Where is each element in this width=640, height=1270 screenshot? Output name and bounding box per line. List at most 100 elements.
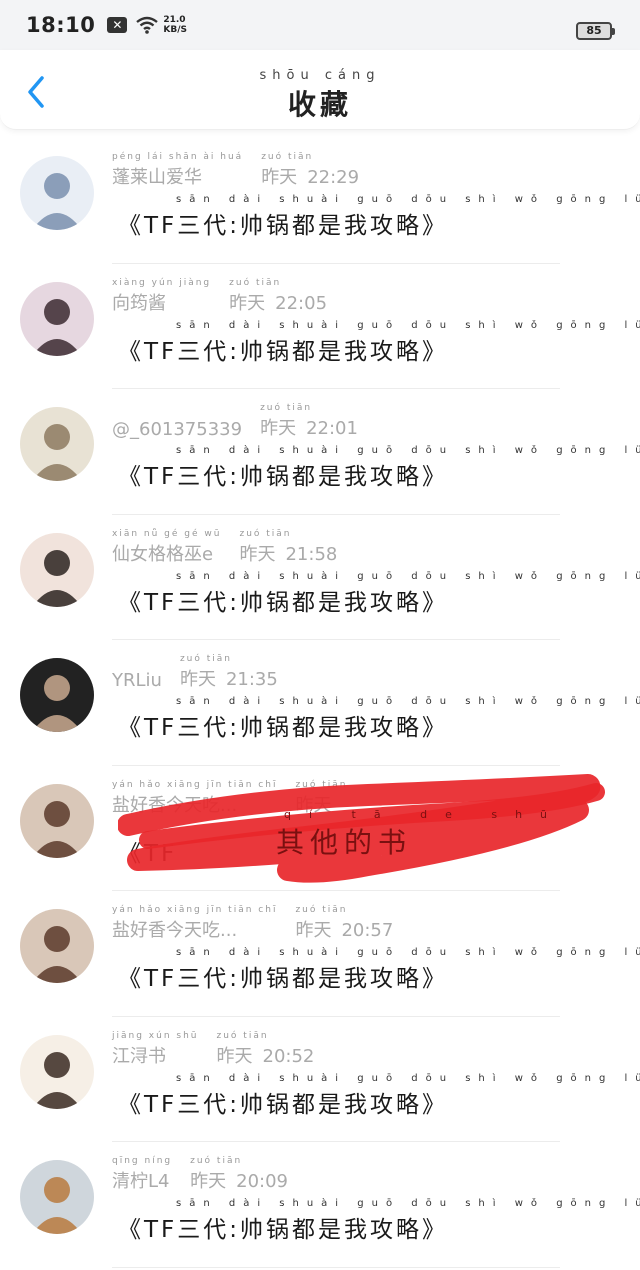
page-title-pinyin: shōu cáng [259,68,381,83]
list-item[interactable]: xiàng yún jiàng 向筠酱 zuó tiān 昨天 22:05 sā… [0,264,640,390]
message-preview[interactable]: sān dài shuài guō dōu shì wǒ gōng lüè 《T… [118,947,640,993]
message-preview[interactable]: sān dài shuài guō dōu shì wǒ gōng lüè 《T… [118,445,640,491]
day-pinyin: zuó tiān [261,152,314,162]
page-title-text: 收藏 [287,88,352,121]
message-text: 《TF三代:帅锅都是我攻略》 [118,213,449,239]
avatar[interactable] [20,658,94,732]
timestamp: 20:57 [341,920,394,941]
speed-value: 21.0 [163,15,186,25]
day-pinyin: zuó tiān [295,905,348,915]
avatar[interactable] [20,407,94,481]
message-pinyin: sān dài shuài guō dōu shì wǒ gōng lüè [176,445,640,456]
overlay-pinyin: qí tā de shū [284,808,566,821]
day-label: 昨天 [260,418,297,439]
day-label: 昨天 [190,1171,227,1192]
day-pinyin: zuó tiān [179,654,232,664]
message-pinyin: sān dài shuài guō dōu shì wǒ gōng lüè [176,1072,640,1084]
timestamp: 21:35 [225,669,278,690]
page-title: shōu cáng 收藏 [0,68,640,123]
name-pinyin: yán hǎo xiāng jīn tiān chī [112,779,278,790]
message-preview[interactable]: sān dài shuài guō dōu shì wǒ gōng lüè 《T… [118,320,640,366]
name-pinyin: péng lái shān ài huá [112,152,244,162]
item-meta: xiān nǚ gé gé wū 仙女格格巫e zuó tiān 昨天 21:5… [112,529,337,566]
name-pinyin: xiàng yún jiàng [112,277,212,288]
list-item[interactable]: xiān nǚ gé gé wū 仙女格格巫e zuó tiān 昨天 21:5… [0,515,640,641]
message-pinyin: sān dài shuài guō dōu shì wǒ gōng lüè [176,696,640,707]
message-text: 《TF三代:帅锅都是我攻略》 [118,1217,449,1243]
list-item[interactable]: péng lái shān ài huá 蓬莱山爱华 zuó tiān 昨天 2… [0,138,640,264]
user-name: 盐好香今天吃... [112,794,238,816]
overlay-annotation: qí tā de shū 其他的书 [276,808,565,861]
day-label: 昨天 [179,669,216,690]
user-name: 江浔书 [112,1045,166,1067]
list-item[interactable]: qīng níng 清柠L4 zuó tiān 昨天 20:09 sān dài… [0,1142,640,1268]
avatar[interactable] [20,909,94,983]
list-item[interactable]: jiāng xún shū 江浔书 zuó tiān 昨天 20:52 sān … [0,1017,640,1143]
day-label: 昨天 [229,292,266,314]
item-meta: qīng níng 清柠L4 zuó tiān 昨天 20:09 [112,1156,288,1193]
timestamp: 21:58 [285,543,338,565]
avatar[interactable] [20,532,94,607]
item-meta: jiāng xún shū 江浔书 zuó tiān 昨天 20:52 [112,1031,314,1068]
avatar[interactable] [20,1160,94,1234]
wifi-icon [136,16,159,34]
avatar[interactable] [20,783,94,858]
message-preview[interactable]: sān dài shuài guō dōu shì wǒ gōng lüè 《T… [118,571,640,617]
message-preview[interactable]: sān dài shuài guō dōu shì wǒ gōng lüè 《T… [118,194,640,240]
item-meta: péng lái shān ài huá 蓬莱山爱华 zuó tiān 昨天 2… [112,152,359,189]
message-text: 《TF [118,840,178,867]
list-item[interactable]: yán hǎo xiāng jīn tiān chī 盐好香今天吃... zuó… [0,891,640,1017]
day-pinyin: zuó tiān [190,1156,243,1166]
overlay-text: 其他的书 [276,826,413,859]
list-item[interactable]: @_601375339 zuó tiān 昨天 22:01 sān dài sh… [0,389,640,515]
day-pinyin: zuó tiān [229,277,282,288]
message-text: 《TF三代:帅锅都是我攻略》 [118,464,449,490]
message-pinyin: sān dài shuài guō dōu shì wǒ gōng lüè [176,319,640,331]
notification-icon: ✕ [107,17,128,33]
user-name: 仙女格格巫e [112,543,214,565]
day-pinyin: zuó tiān [239,528,292,539]
day-label: 昨天 [261,167,298,188]
user-name: @_601375339 [112,419,243,440]
message-preview[interactable]: 《TF [118,822,177,868]
day-pinyin: zuó tiān [216,1030,269,1041]
avatar[interactable] [20,1034,94,1109]
user-name: 盐好香今天吃... [112,920,238,941]
battery-indicator: 85 [576,22,615,40]
avatar[interactable] [20,156,94,230]
name-pinyin: xiān nǚ gé gé wū [112,528,222,539]
timestamp: 20:52 [262,1045,315,1067]
item-meta: YRLiu zuó tiān 昨天 21:35 [112,654,278,691]
message-preview[interactable]: sān dài shuài guō dōu shì wǒ gōng lüè 《T… [118,696,640,742]
avatar[interactable] [20,281,94,356]
list-item[interactable]: YRLiu zuó tiān 昨天 21:35 sān dài shuài gu… [0,640,640,766]
name-pinyin: qīng níng [112,1156,173,1166]
message-text: 《TF三代:帅锅都是我攻略》 [118,589,449,616]
message-text: 《TF三代:帅锅都是我攻略》 [118,966,449,992]
timestamp: 20:09 [236,1171,288,1192]
message-text: 《TF三代:帅锅都是我攻略》 [118,715,449,741]
header-bar: shōu cáng 收藏 [0,50,640,130]
message-pinyin: sān dài shuài guō dōu shì wǒ gōng lüè [176,194,640,205]
message-text: 《TF三代:帅锅都是我攻略》 [118,1091,449,1118]
status-time: 18:10 [26,13,96,37]
name-pinyin: jiāng xún shū [112,1030,199,1041]
status-bar: 18:10 ✕ 21.0 KB/S 85 [0,0,640,50]
favorites-list: péng lái shān ài huá 蓬莱山爱华 zuó tiān 昨天 2… [0,138,640,1268]
name-pinyin: yán hǎo xiāng jīn tiān chī [112,905,278,915]
day-label: 昨天 [239,543,276,565]
message-preview[interactable]: sān dài shuài guō dōu shì wǒ gōng lüè 《T… [118,1073,640,1119]
item-meta: @_601375339 zuó tiān 昨天 22:01 [112,403,358,440]
user-name: YRLiu [112,670,162,691]
day-label: 昨天 [295,920,332,941]
timestamp: 22:01 [306,418,358,439]
message-preview[interactable]: sān dài shuài guō dōu shì wǒ gōng lüè 《T… [118,1198,640,1244]
day-label: 昨天 [216,1045,253,1067]
message-pinyin: sān dài shuài guō dōu shì wǒ gōng lüè [176,1198,640,1209]
user-name: 向筠酱 [112,292,166,314]
user-name: 清柠L4 [112,1171,170,1192]
item-meta: yán hǎo xiāng jīn tiān chī 盐好香今天吃... zuó… [112,905,393,942]
day-pinyin: zuó tiān [295,779,348,790]
message-pinyin: sān dài shuài guō dōu shì wǒ gōng lüè [176,570,640,582]
name-pinyin [112,408,242,419]
